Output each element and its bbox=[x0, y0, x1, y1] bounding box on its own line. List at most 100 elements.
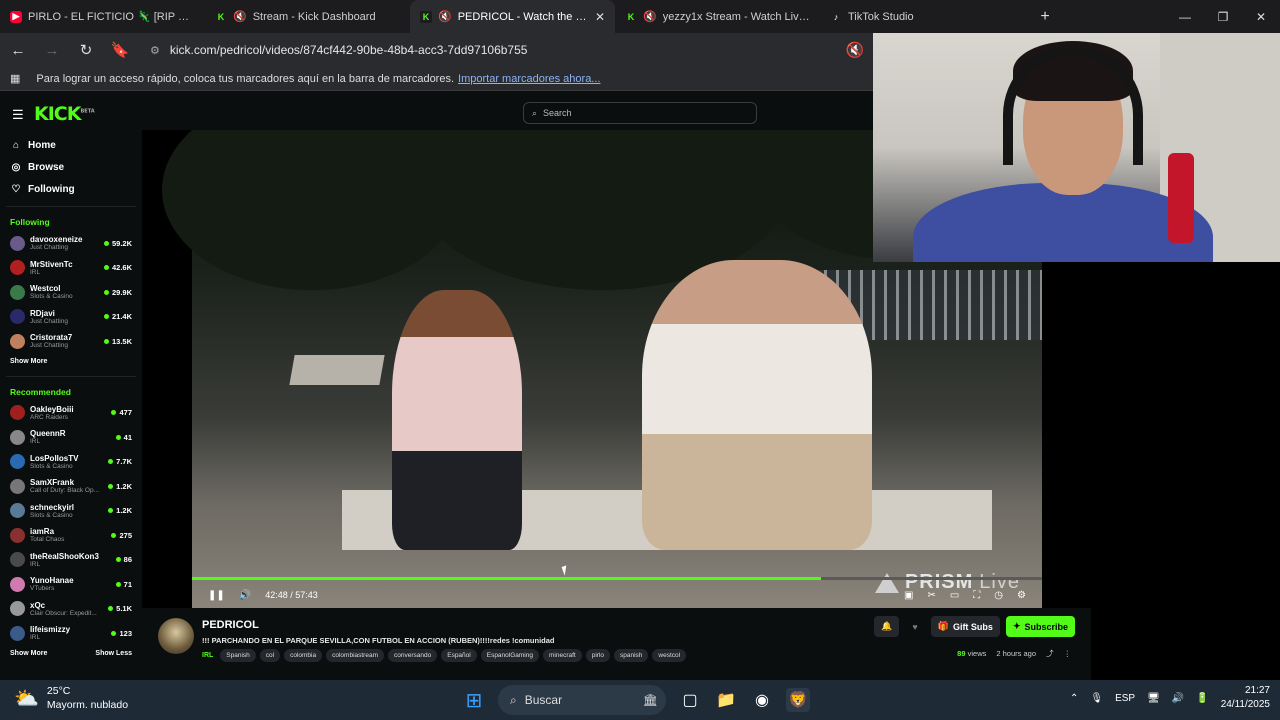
minimize-icon[interactable]: — bbox=[1166, 0, 1204, 33]
category-link[interactable]: IRL bbox=[202, 652, 213, 659]
back-icon[interactable]: ← bbox=[8, 42, 28, 59]
clock[interactable]: 21:27 24/11/2025 bbox=[1221, 684, 1270, 712]
video-progress-bar[interactable] bbox=[192, 577, 1042, 580]
sidebar-channel-therealshookon3[interactable]: theRealShooKon3 IRL 86 bbox=[0, 548, 142, 573]
weather-widget[interactable]: ⛅ 25°C Mayorm. nublado bbox=[14, 684, 128, 712]
tab-youtube-pirlo[interactable]: ▶ PIRLO - EL FICTICIO 🦎 [RIP Blessd] bbox=[0, 0, 205, 33]
tag-chip[interactable]: EspanolGaming bbox=[480, 649, 539, 662]
sidebar-channel-iamra[interactable]: iamRa Total Chaos 275 bbox=[0, 523, 142, 548]
view-count: 89 views bbox=[957, 649, 986, 658]
nav-following[interactable]: ♡ Following bbox=[0, 178, 142, 200]
playback-speed-icon[interactable]: ◷ bbox=[994, 590, 1003, 601]
channel-category: IRL bbox=[30, 634, 41, 642]
file-explorer-icon[interactable]: 📁 bbox=[714, 688, 738, 712]
channel-avatar bbox=[10, 260, 25, 276]
sidebar-channel-schneckyirl[interactable]: schneckyirl Slots & Casino 1.2K bbox=[0, 499, 142, 524]
task-view-icon[interactable]: ▢ bbox=[678, 688, 702, 712]
posted-time: 2 hours ago bbox=[996, 649, 1036, 658]
fullscreen-icon[interactable]: ⛶ bbox=[973, 590, 980, 601]
miniplayer-icon[interactable]: ▣ bbox=[904, 590, 913, 601]
sidebar-channel-davooxeneize[interactable]: davooxeneize Just Chatting 59.2K bbox=[0, 231, 142, 256]
sidebar-channel-lifeismizzy[interactable]: lifeismizzy IRL 123 bbox=[0, 621, 142, 646]
tag-chip[interactable]: minecraft bbox=[542, 649, 582, 662]
url-text[interactable]: kick.com/pedricol/videos/874cf442-90be-4… bbox=[170, 43, 528, 57]
nav-browse[interactable]: ◎ Browse bbox=[0, 156, 142, 178]
viewer-number: 71 bbox=[123, 579, 132, 589]
site-info-icon[interactable]: ⚙ bbox=[150, 44, 160, 57]
tab-yezzy1x-stream[interactable]: K 🔇 yezzy1x Stream - Watch Live on Kick bbox=[615, 0, 820, 33]
subscribe-button[interactable]: ✦ Subscribe bbox=[1005, 616, 1075, 637]
muted-icon[interactable]: 🔇 bbox=[643, 10, 657, 23]
show-more-button[interactable]: Show More bbox=[10, 358, 47, 365]
channel-category: VTubers bbox=[30, 585, 55, 593]
sidebar-channel-cristorata7[interactable]: Cristorata7 Just Chatting 13.5K bbox=[0, 329, 142, 354]
sidebar-channel-lospollostv[interactable]: LosPollosTV Slots & Casino 7.7K bbox=[0, 450, 142, 475]
sidebar-channel-yunohanae[interactable]: YunoHanae VTubers 71 bbox=[0, 572, 142, 597]
brave-browser-icon[interactable]: 🦁 bbox=[786, 688, 810, 712]
live-dot-icon bbox=[103, 240, 109, 246]
sidebar-channel-rdjavi[interactable]: RDjavi Just Chatting 21.4K bbox=[0, 305, 142, 330]
share-icon[interactable]: ⤴ bbox=[1046, 648, 1054, 659]
sidebar-channel-westcol[interactable]: Westcol Slots & Casino 29.9K bbox=[0, 280, 142, 305]
muted-icon[interactable]: 🔇 bbox=[233, 10, 247, 23]
tab-tiktok-studio[interactable]: ♪ TikTok Studio bbox=[820, 0, 1025, 33]
channel-category: ARC Raiders bbox=[30, 413, 68, 421]
import-bookmarks-link[interactable]: Importar marcadores ahora... bbox=[458, 73, 600, 85]
channel-name[interactable]: PEDRICOL bbox=[202, 619, 259, 631]
address-bar[interactable]: ⚙ kick.com/pedricol/videos/874cf442-90be… bbox=[144, 37, 831, 63]
media-muted-icon[interactable]: 🔇 bbox=[845, 41, 865, 59]
volume-icon[interactable]: 🔊 bbox=[1172, 693, 1184, 704]
close-tab-icon[interactable]: ✕ bbox=[595, 10, 605, 24]
tag-chip[interactable]: conversando bbox=[388, 649, 438, 662]
kick-logo[interactable]: KICKBETA bbox=[34, 103, 95, 125]
show-less-button[interactable]: Show Less bbox=[95, 650, 132, 657]
sidebar-channel-queennr[interactable]: QueennR IRL 41 bbox=[0, 425, 142, 450]
show-more-button[interactable]: Show More bbox=[10, 650, 47, 657]
more-options-icon[interactable]: ⋮ bbox=[1064, 649, 1072, 658]
sidebar-channel-mrstiventc[interactable]: MrStivenTc IRL 42.6K bbox=[0, 256, 142, 281]
muted-icon[interactable]: 🔇 bbox=[438, 10, 452, 23]
search-input[interactable]: ⌕ Search bbox=[523, 102, 757, 124]
follow-heart-button[interactable]: ♥ bbox=[905, 616, 924, 637]
sidebar-channel-xqc[interactable]: xQc Clair Obscur: Expedit... 5.1K bbox=[0, 597, 142, 622]
nav-home[interactable]: ⌂ Home bbox=[0, 134, 142, 156]
channel-avatar[interactable] bbox=[158, 618, 194, 654]
forward-icon[interactable]: → bbox=[42, 42, 62, 59]
sidebar-channel-oakleyboiii[interactable]: OakleyBoiii ARC Raiders 477 bbox=[0, 401, 142, 426]
tag-chip[interactable]: Español bbox=[441, 649, 477, 662]
maximize-icon[interactable]: ❐ bbox=[1204, 0, 1242, 33]
tag-chip[interactable]: spanish bbox=[614, 649, 649, 662]
battery-icon[interactable]: 🔋 bbox=[1196, 693, 1208, 704]
clip-icon[interactable]: ✂ bbox=[927, 590, 935, 601]
new-tab-button[interactable]: + bbox=[1025, 0, 1065, 33]
channel-category: IRL bbox=[30, 560, 41, 568]
microphone-icon[interactable]: 🎙 bbox=[1090, 693, 1103, 704]
tag-chip[interactable]: col bbox=[259, 649, 281, 662]
tag-chip[interactable]: westcol bbox=[652, 649, 687, 662]
close-window-icon[interactable]: ✕ bbox=[1242, 0, 1280, 33]
volume-icon[interactable]: 🔊 bbox=[239, 590, 251, 601]
chevron-up-icon[interactable]: ⌃ bbox=[1070, 693, 1078, 704]
bookmark-icon[interactable]: 🔖 bbox=[110, 41, 130, 59]
tag-chip[interactable]: colombiastream bbox=[326, 649, 384, 662]
tag-chip[interactable]: Spanish bbox=[220, 649, 256, 662]
sidebar-channel-samxfrank[interactable]: SamXFrank Call of Duty: Black Op... 1.2K bbox=[0, 474, 142, 499]
pause-icon[interactable]: ❚❚ bbox=[208, 590, 225, 601]
gift-subs-button[interactable]: 🎁 Gift Subs bbox=[930, 616, 1000, 637]
network-icon[interactable]: 🖥 bbox=[1147, 693, 1160, 704]
tag-chip[interactable]: pirlo bbox=[585, 649, 611, 662]
reload-icon[interactable]: ↻ bbox=[76, 41, 96, 59]
windows-start-icon[interactable]: ⊞ bbox=[462, 688, 486, 712]
apps-grid-icon[interactable]: ▦ bbox=[10, 72, 20, 85]
hamburger-menu-icon[interactable]: ☰ bbox=[12, 107, 24, 123]
notifications-bell-button[interactable]: 🔔 bbox=[874, 616, 900, 637]
language-indicator[interactable]: ESP bbox=[1115, 693, 1135, 704]
obs-app-icon[interactable]: ◉ bbox=[750, 688, 774, 712]
tab-kick-dashboard[interactable]: K 🔇 Stream - Kick Dashboard bbox=[205, 0, 410, 33]
tag-chip[interactable]: colombia bbox=[284, 649, 323, 662]
tab-pedricol-vod[interactable]: K 🔇 PEDRICOL - Watch the VOD on Kick ✕ bbox=[410, 0, 615, 33]
taskbar-search[interactable]: ⌕ Buscar 🏛 bbox=[498, 685, 666, 715]
settings-gear-icon[interactable]: ⚙ bbox=[1017, 590, 1026, 601]
theater-mode-icon[interactable]: ▭ bbox=[950, 590, 959, 601]
channel-category: Call of Duty: Black Op... bbox=[30, 487, 99, 495]
